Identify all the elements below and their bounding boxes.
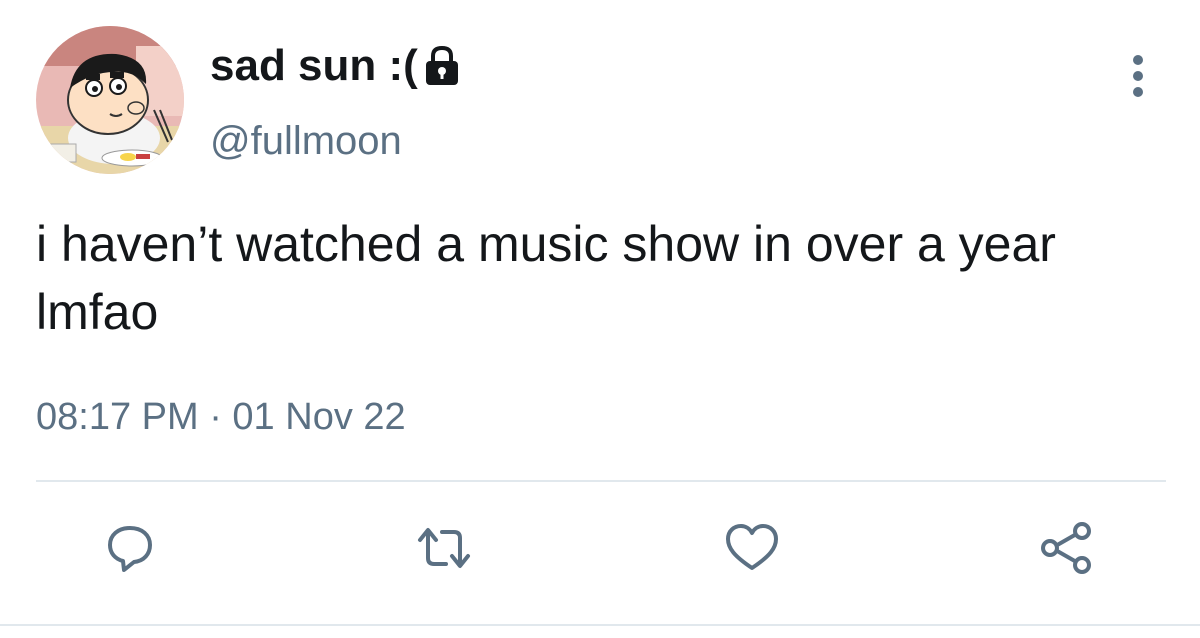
display-name[interactable]: sad sun :(	[210, 38, 462, 94]
tweet-card: sad sun :( @fullmoon i haven’t watched a…	[0, 0, 1200, 638]
lock-icon	[422, 44, 462, 88]
avatar[interactable]	[36, 26, 184, 174]
speech-bubble-icon	[108, 526, 152, 572]
tweet-text: i haven’t watched a music show in over a…	[36, 216, 1056, 340]
retweet-button[interactable]	[412, 516, 476, 580]
avatar-image	[36, 26, 184, 174]
divider	[36, 480, 1166, 482]
heart-icon	[726, 524, 778, 570]
tweet-timestamp[interactable]: 08:17 PM · 01 Nov 22	[36, 392, 406, 442]
more-options-button[interactable]	[1118, 46, 1158, 106]
username[interactable]: @fullmoon	[210, 116, 402, 166]
more-vertical-icon	[1133, 55, 1143, 97]
display-name-text: sad sun :(	[210, 41, 418, 90]
share-icon	[1041, 522, 1091, 574]
reply-button[interactable]	[98, 516, 162, 580]
share-button[interactable]	[1034, 516, 1098, 580]
bottom-divider	[0, 624, 1200, 626]
like-button[interactable]	[720, 516, 784, 580]
retweet-icon	[418, 528, 470, 568]
